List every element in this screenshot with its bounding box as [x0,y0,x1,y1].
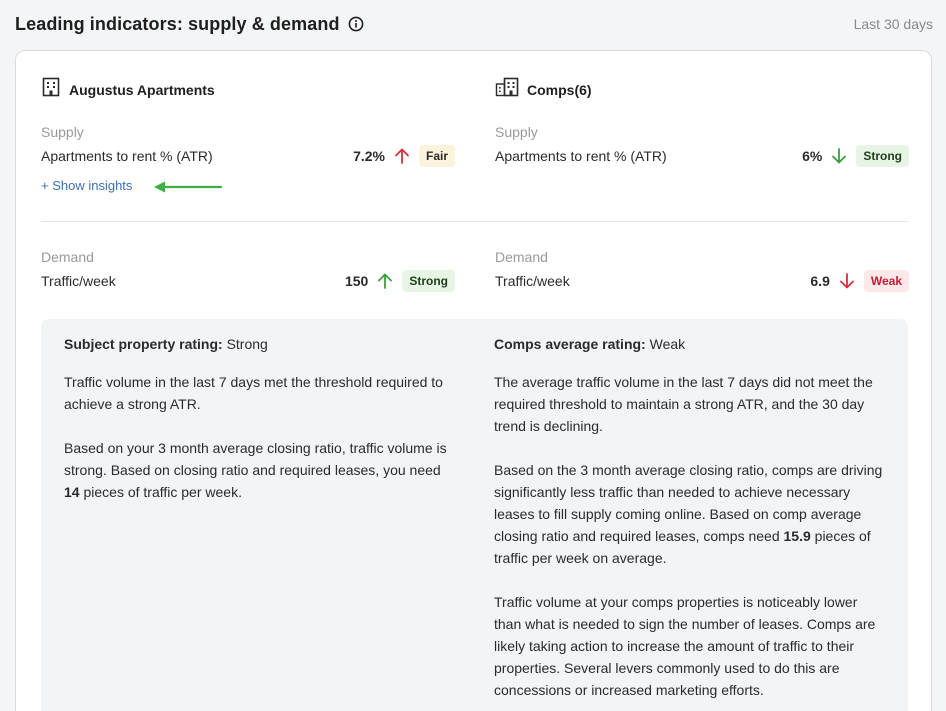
insight-paragraph: Traffic volume at your comps properties … [494,594,876,698]
leading-indicators-page: Leading indicators: supply & demand Last… [0,0,946,711]
metric-name: Apartments to rent % (ATR) [41,148,213,164]
indicators-card: Augustus Apartments Supply Apartments to… [15,50,932,711]
metric-values: 6% Strong [802,145,909,167]
rating-label: Comps average rating: [494,336,646,352]
comps-header: Comps(6) [495,77,592,102]
rating-badge: Strong [856,145,909,167]
insights-panel: Subject property rating: Strong Traffic … [41,319,908,711]
section-title: Leading indicators: supply & demand [15,13,340,34]
annotation-arrow-icon [152,178,224,194]
metric-name: Apartments to rent % (ATR) [495,148,667,164]
rating-value: Weak [649,336,686,352]
section-header: Leading indicators: supply & demand Last… [15,10,933,38]
info-icon[interactable] [348,16,364,32]
rating-label: Subject property rating: [64,336,223,352]
rating-badge: Strong [402,270,455,292]
building-icon [41,77,61,102]
insight-paragraph: Based on your 3 month average closing ra… [64,440,447,500]
buildings-icon [495,77,519,102]
metric-name: Traffic/week [495,273,570,289]
comps-rating-line: Comps average rating: Weak [494,333,884,355]
arrow-down-icon [830,147,848,165]
subject-demand-row: Traffic/week 150 Strong [41,269,455,293]
insight-paragraph: The average traffic volume in the last 7… [494,374,873,434]
metric-name: Traffic/week [41,273,116,289]
comps-supply-row: Apartments to rent % (ATR) 6% Strong [495,144,909,168]
comps-demand-row: Traffic/week 6.9 Weak [495,269,909,293]
arrow-up-icon [376,272,394,290]
metric-value: 6% [802,148,823,164]
arrow-up-icon [393,147,411,165]
rating-value: Strong [226,336,268,352]
rating-badge: Fair [418,145,455,167]
metric-values: 6.9 Weak [810,270,909,292]
metric-value: 7.2% [353,148,385,164]
subject-rating-line: Subject property rating: Strong [64,333,454,355]
subject-name: Augustus Apartments [69,81,215,98]
metric-values: 7.2% Fair [353,145,455,167]
subject-supply-row: Apartments to rent % (ATR) 7.2% Fair [41,144,455,168]
date-range-label: Last 30 days [853,16,933,32]
rating-badge: Weak [863,270,909,292]
header-title-group: Leading indicators: supply & demand [15,14,364,35]
demand-label: Demand [495,249,548,265]
traffic-needed-value: 14 [64,484,80,500]
metric-values: 150 Strong [345,270,455,292]
subject-header: Augustus Apartments [41,77,215,102]
show-insights-link[interactable]: + Show insights [41,178,132,193]
supply-label: Supply [495,124,538,140]
traffic-needed-value: 15.9 [783,528,811,544]
metric-value: 150 [344,273,369,289]
comps-insights: Comps average rating: Weak The average t… [494,333,884,701]
comps-name: Comps(6) [527,81,592,98]
insight-paragraph: Traffic volume in the last 7 days met th… [64,374,443,412]
supply-label: Supply [41,124,84,140]
subject-insights: Subject property rating: Strong Traffic … [64,333,454,503]
demand-label: Demand [41,249,94,265]
section-divider [41,221,908,222]
insight-paragraph: Based on the 3 month average closing rat… [494,462,883,566]
arrow-down-icon [838,272,856,290]
metric-value: 6.9 [810,273,830,289]
